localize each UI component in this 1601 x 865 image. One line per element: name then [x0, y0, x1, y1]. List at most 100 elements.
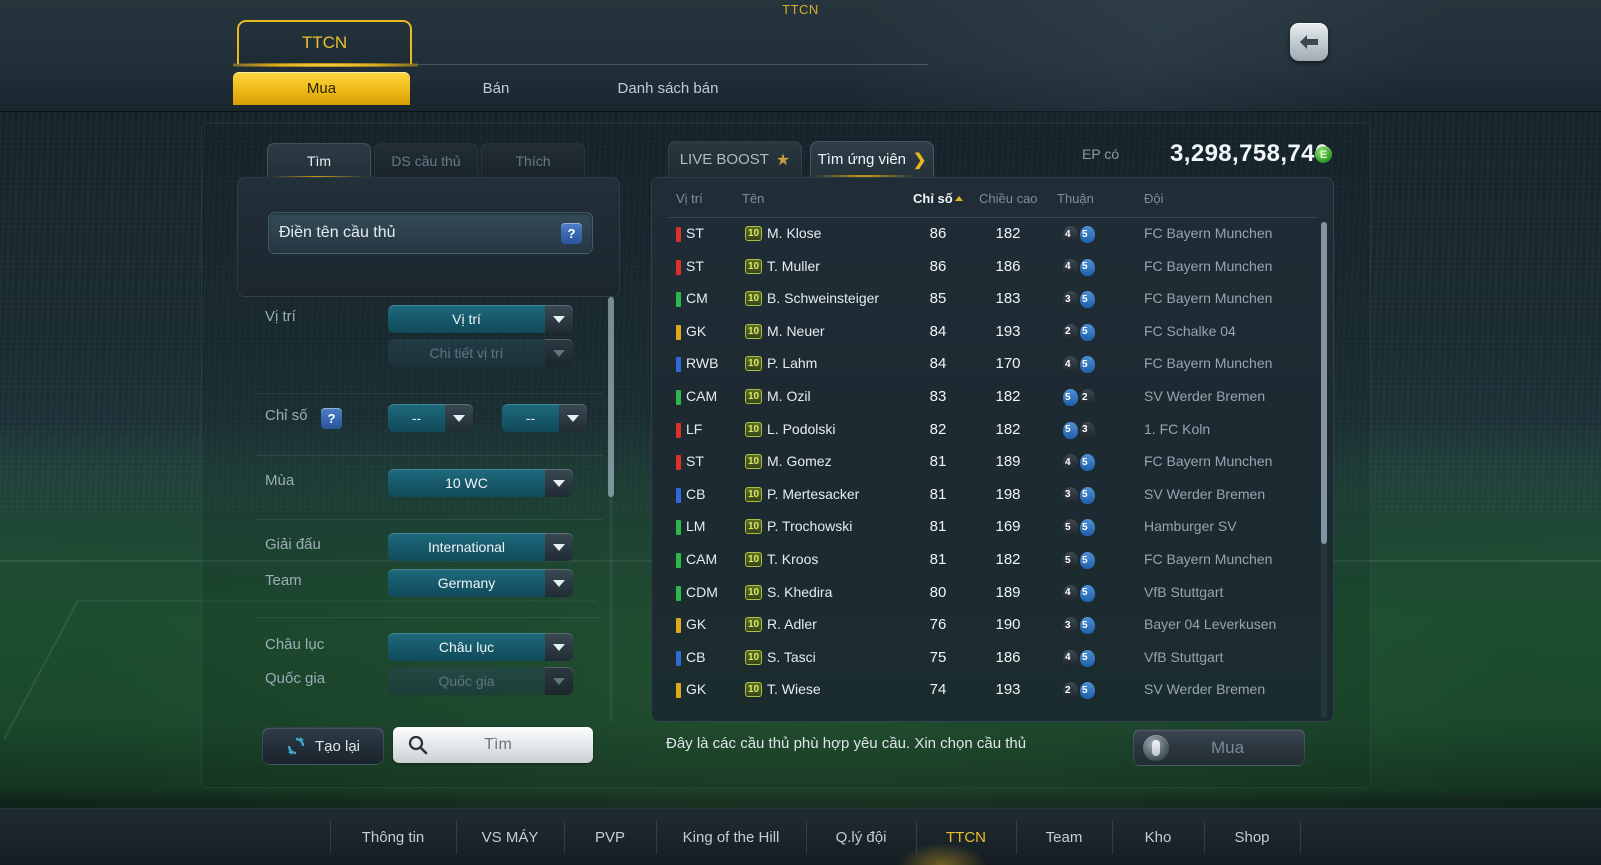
chevron-down-icon[interactable] [545, 533, 573, 561]
nav-item-kho[interactable]: Kho [1112, 809, 1204, 865]
chevron-down-icon[interactable] [545, 569, 573, 597]
left-foot-icon: 4 [1063, 226, 1078, 243]
filter-dropdown-2[interactable]: -- [388, 404, 473, 432]
main-tab-ttcn[interactable]: TTCN [237, 20, 412, 64]
table-scrollbar-thumb[interactable] [1321, 222, 1327, 544]
subtab-bán[interactable]: Bán [436, 72, 556, 105]
cell-height: 186 [995, 257, 1021, 275]
left-scrollbar-thumb[interactable] [608, 297, 614, 497]
filter-dropdown-1[interactable]: Chi tiết vị trí [388, 339, 573, 367]
cell-player-name: S. Khedira [767, 583, 833, 600]
left-tab-1[interactable]: DS cầu thủ [374, 143, 478, 177]
table-row[interactable]: RWB 10 P. Lahm 84 170 4 5 FC Bayern Munchen [652, 348, 1333, 381]
cell-club: VfB Stuttgart [1144, 648, 1224, 665]
buy-button[interactable]: Mua [1133, 729, 1305, 766]
subtab-mua[interactable]: Mua [233, 72, 410, 105]
chevron-down-icon[interactable] [545, 469, 573, 497]
cell-height: 170 [995, 355, 1021, 373]
nav-item-king-of-the-hill[interactable]: King of the Hill [656, 809, 806, 865]
table-row[interactable]: GK 10 R. Adler 76 190 3 5 Bayer 04 Leverkusen [652, 609, 1333, 642]
cell-player-name: P. Lahm [767, 355, 818, 372]
position-color-chip [676, 520, 681, 536]
chevron-down-icon[interactable] [545, 339, 573, 367]
nav-divider-start [330, 821, 331, 854]
cell-overall: 81 [929, 453, 947, 471]
nav-item-ttcn[interactable]: TTCN [916, 809, 1016, 865]
table-row[interactable]: CAM 10 M. Ozil 83 182 5 2 SV Werder Bremen [652, 381, 1333, 414]
table-row[interactable]: CB 10 S. Tasci 75 186 4 5 VfB Stuttgart [652, 642, 1333, 675]
filter-dropdown-7[interactable]: Châu lục [388, 633, 573, 661]
column-header-2[interactable]: Chỉ số [913, 191, 963, 206]
subtab-danh-sách-bán[interactable]: Danh sách bán [578, 72, 758, 105]
nav-item-team[interactable]: Team [1016, 809, 1112, 865]
right-tab-1[interactable]: Tìm ứng viên ❯ [810, 141, 934, 177]
table-row[interactable]: CAM 10 T. Kroos 81 182 5 5 FC Bayern Munchen [652, 544, 1333, 577]
table-row[interactable]: ST 10 T. Muller 86 186 4 5 FC Bayern Munchen [652, 251, 1333, 284]
level-badge-icon: 10 [745, 682, 762, 698]
cell-overall: 82 [929, 420, 947, 438]
cell-player-name: M. Klose [767, 225, 822, 241]
nav-item-th-ng-tin[interactable]: Thông tin [330, 809, 456, 865]
table-row[interactable]: GK 10 T. Wiese 74 193 2 5 SV Werder Bremen [652, 674, 1333, 707]
position-color-chip [676, 585, 681, 601]
table-row[interactable]: ST 10 M. Klose 86 182 4 5 FC Bayern Munchen [652, 218, 1333, 251]
column-header-5[interactable]: Đội [1144, 191, 1164, 206]
left-tab-2[interactable]: Thích [481, 143, 585, 177]
nav-item-pvp[interactable]: PVP [564, 809, 656, 865]
chevron-down-icon[interactable] [545, 667, 573, 695]
filter-dropdown-4[interactable]: 10 WC [388, 469, 573, 497]
player-name-input[interactable]: Điền tên cầu thủ ? [268, 212, 593, 254]
filter-divider-3 [255, 617, 603, 618]
left-foot-icon: 4 [1063, 584, 1078, 602]
nav-item-q-l-i[interactable]: Q.lý đội [806, 809, 916, 865]
nav-item-shop[interactable]: Shop [1204, 809, 1300, 865]
chevron-down-icon[interactable] [545, 305, 573, 333]
caret-glyph [553, 479, 565, 487]
top-bar: TTCN TTCN Mua Bán Danh sách bán [0, 0, 1601, 112]
right-foot-icon: 5 [1080, 486, 1095, 504]
cell-position: GK [686, 681, 707, 698]
table-row[interactable]: GK 10 M. Neuer 84 193 2 5 FC Schalke 04 [652, 316, 1333, 349]
chevron-down-icon[interactable] [545, 633, 573, 661]
column-header-0[interactable]: Vị trí [676, 191, 703, 206]
stat-help-icon[interactable]: ? [321, 408, 342, 429]
table-row[interactable]: CB 10 P. Mertesacker 81 198 3 5 SV Werder Breme… [652, 479, 1333, 512]
column-header-3[interactable]: Chiều cao [979, 191, 1038, 206]
game-screen: TTCN TTCN Mua Bán Danh sách bán Tìm DS cầu … [0, 0, 1601, 865]
cell-foot-preference: 25 [1063, 682, 1103, 700]
find-button[interactable]: Tìm [393, 727, 593, 763]
right-tab-0[interactable]: LIVE BOOST ★ [668, 141, 802, 177]
level-badge-icon: 10 [745, 552, 762, 567]
chevron-down-icon[interactable] [445, 404, 473, 432]
filter-dropdown-3[interactable]: -- [502, 404, 587, 432]
table-row[interactable]: CM 10 B. Schweinsteiger 85 183 3 5 FC Bayern Mu… [652, 283, 1333, 316]
ep-label: EP có [1082, 146, 1120, 162]
cell-overall: 84 [929, 355, 947, 373]
player-results-table: Vị trí Tên Chỉ số Chiều cao Thuận Đội ST 10 M. … [651, 177, 1334, 722]
name-help-icon[interactable]: ? [561, 222, 582, 244]
filter-dropdown-6[interactable]: Germany [388, 569, 573, 597]
table-row[interactable]: CDM 10 S. Khedira 80 189 4 5 VfB Stuttgart [652, 577, 1333, 610]
table-row[interactable]: LM 10 P. Trochowski 81 169 5 5 Hamburger SV [652, 511, 1333, 544]
table-row[interactable]: ST 10 M. Gomez 81 189 4 5 FC Bayern Munchen [652, 446, 1333, 479]
filter-divider-1 [255, 455, 603, 456]
cell-overall: 74 [929, 681, 947, 699]
table-row[interactable]: LF 10 L. Podolski 82 182 5 3 1. FC Koln [652, 414, 1333, 447]
left-tab-0[interactable]: Tìm [267, 143, 371, 177]
column-header-1[interactable]: Tên [742, 191, 764, 206]
reset-button[interactable]: Tạo lại [262, 727, 384, 765]
find-button-label: Tìm [484, 736, 512, 753]
filter-dropdown-0[interactable]: Vị trí [388, 305, 573, 333]
ep-coin-icon: E [1315, 146, 1332, 163]
right-foot-icon: 5 [1080, 226, 1095, 243]
nav-item-vs-m-y[interactable]: VS MÁY [456, 809, 564, 865]
position-color-chip [676, 227, 681, 242]
cell-foot-preference: 55 [1063, 519, 1103, 537]
filter-dropdown-5[interactable]: International [388, 533, 573, 561]
cell-position: LF [686, 420, 703, 437]
back-button[interactable] [1290, 23, 1328, 61]
chevron-down-icon[interactable] [559, 404, 587, 432]
cell-position: CM [686, 290, 708, 307]
filter-dropdown-8[interactable]: Quốc gia [388, 667, 573, 695]
column-header-4[interactable]: Thuận [1057, 191, 1094, 206]
